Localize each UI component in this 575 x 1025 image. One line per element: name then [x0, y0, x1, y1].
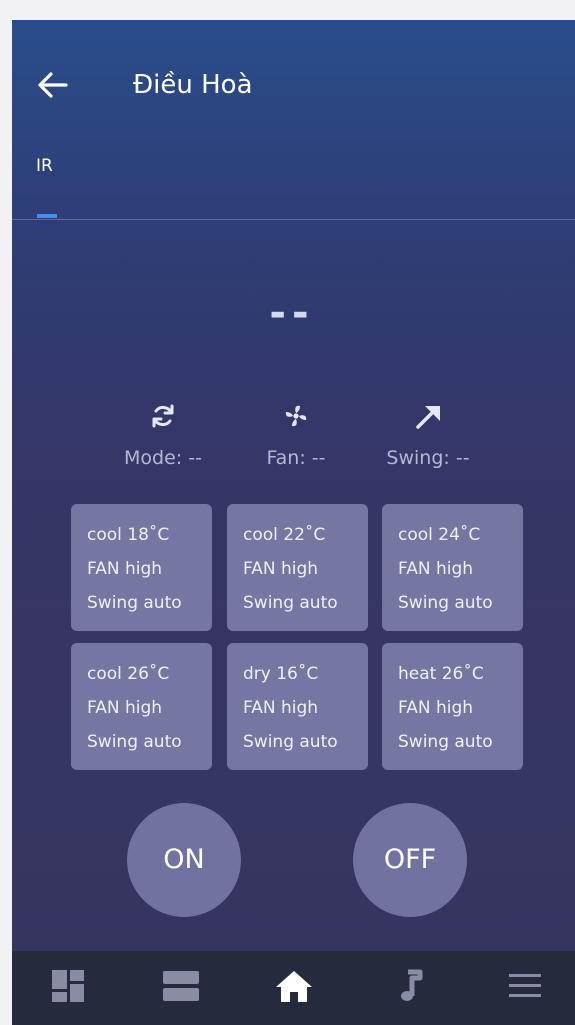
power-off-button[interactable]: OFF [353, 803, 467, 917]
fan-icon [231, 395, 361, 435]
preset-fan: FAN high [243, 698, 319, 718]
preset-fan: FAN high [398, 698, 474, 718]
swing-control[interactable]: Swing: -- [363, 395, 493, 469]
header: Điều Hoà IR [12, 20, 575, 220]
page-title: Điều Hoà [133, 70, 253, 100]
preset-swing: Swing auto [398, 593, 493, 613]
preset-mode: dry 16˚C [243, 664, 319, 684]
fan-label: Fan: -- [266, 447, 326, 469]
temperature-display: -- [269, 290, 315, 336]
preset-swing: Swing auto [87, 593, 182, 613]
back-button[interactable] [36, 70, 76, 102]
preset-swing: Swing auto [243, 593, 338, 613]
swing-arrow-icon [363, 395, 493, 435]
preset-fan: FAN high [87, 559, 163, 579]
preset-mode: cool 18˚C [87, 525, 170, 545]
home-icon [276, 971, 312, 1002]
mode-control[interactable]: Mode: -- [98, 395, 228, 469]
dashboard-grid-icon [52, 970, 84, 1002]
mode-label: Mode: -- [124, 447, 202, 469]
preset-card[interactable]: cool 18˚C FAN high Swing auto [71, 504, 212, 631]
nav-item-rooms[interactable] [153, 969, 209, 1009]
nav-item-menu[interactable] [497, 969, 553, 1009]
preset-fan: FAN high [243, 559, 319, 579]
fan-control[interactable]: Fan: -- [231, 395, 361, 469]
preset-mode: heat 26˚C [398, 664, 484, 684]
nav-item-dashboard[interactable] [40, 969, 96, 1009]
arrow-left-icon [38, 72, 68, 98]
nav-item-home[interactable] [266, 969, 322, 1009]
preset-card[interactable]: dry 16˚C FAN high Swing auto [227, 643, 368, 770]
preset-card[interactable]: cool 24˚C FAN high Swing auto [382, 504, 523, 631]
preset-swing: Swing auto [398, 732, 493, 752]
preset-mode: cool 26˚C [87, 664, 170, 684]
preset-swing: Swing auto [243, 732, 338, 752]
preset-mode: cool 22˚C [243, 525, 326, 545]
bottom-navigation [12, 951, 575, 1025]
preset-mode: cool 24˚C [398, 525, 481, 545]
nav-item-music[interactable] [382, 969, 438, 1009]
tab-ir-label: IR [36, 156, 53, 176]
tab-ir[interactable]: IR [36, 152, 66, 218]
menu-icon [509, 974, 541, 997]
power-on-button[interactable]: ON [127, 803, 241, 917]
refresh-icon [98, 395, 228, 435]
preset-card[interactable]: cool 26˚C FAN high Swing auto [71, 643, 212, 770]
tab-divider [12, 219, 575, 220]
preset-card[interactable]: cool 22˚C FAN high Swing auto [227, 504, 368, 631]
preset-fan: FAN high [87, 698, 163, 718]
preset-swing: Swing auto [87, 732, 182, 752]
app-screen: Điều Hoà IR -- Mode: -- Fan: -- Swing: -… [12, 20, 575, 1025]
preset-fan: FAN high [398, 559, 474, 579]
tab-active-indicator [37, 214, 57, 218]
music-note-icon [401, 969, 423, 1001]
swing-label: Swing: -- [386, 447, 470, 469]
preset-card[interactable]: heat 26˚C FAN high Swing auto [382, 643, 523, 770]
rooms-list-icon [163, 971, 199, 1001]
